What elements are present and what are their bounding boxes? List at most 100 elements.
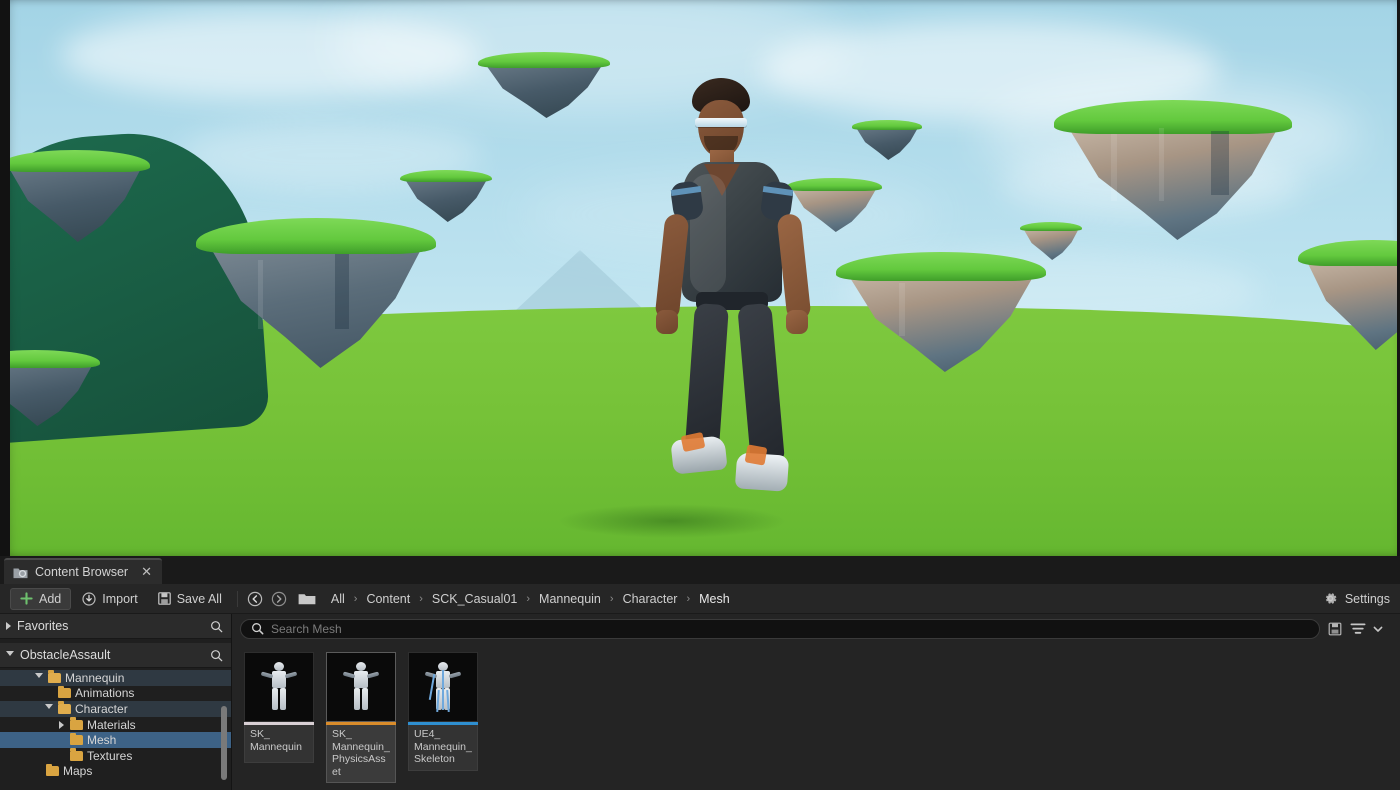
- toolbar-separator: [237, 591, 238, 607]
- search-field[interactable]: [271, 622, 1309, 636]
- asset-label: UE4_ Mannequin_ Skeleton: [408, 725, 478, 771]
- breadcrumb-item-mesh[interactable]: Mesh: [694, 590, 735, 608]
- character-leg-right: [737, 303, 785, 463]
- floating-island: [1020, 222, 1082, 260]
- asset-search-row: [232, 614, 1400, 640]
- tree-item-label: Mannequin: [65, 671, 124, 685]
- asset-tile-ue4-mannequin-skeleton[interactable]: UE4_ Mannequin_ Skeleton: [408, 652, 478, 783]
- breadcrumb-item-all[interactable]: All: [326, 590, 350, 608]
- tree-item-animations[interactable]: Animations: [0, 686, 231, 702]
- skeleton-preview: [423, 662, 463, 714]
- content-browser-body: Favorites ObstacleAssault: [0, 614, 1400, 790]
- chevron-right-icon[interactable]: [56, 721, 66, 729]
- settings-label: Settings: [1345, 592, 1390, 606]
- tree-item-mannequin[interactable]: Mannequin: [0, 670, 231, 686]
- import-label: Import: [102, 592, 137, 606]
- project-label: ObstacleAssault: [20, 648, 110, 662]
- settings-button[interactable]: Settings: [1323, 591, 1390, 606]
- tree-item-textures[interactable]: Textures: [0, 748, 231, 764]
- folder-icon[interactable]: [292, 592, 320, 606]
- favorites-header[interactable]: Favorites: [0, 614, 231, 639]
- folder-tree: Mannequin Animations Character: [0, 668, 231, 790]
- save-search-icon[interactable]: [1328, 622, 1342, 636]
- favorites-label: Favorites: [17, 619, 68, 633]
- save-icon: [158, 592, 171, 605]
- search-icon[interactable]: [210, 649, 223, 662]
- floating-island: [400, 170, 492, 222]
- folder-icon: [46, 766, 59, 776]
- tree-item-label: Maps: [63, 764, 92, 778]
- breadcrumb-item-character[interactable]: Character: [618, 590, 683, 608]
- add-button[interactable]: Add: [10, 588, 71, 610]
- project-header[interactable]: ObstacleAssault: [0, 643, 231, 668]
- plus-icon: [20, 592, 33, 605]
- sources-scrollbar[interactable]: [221, 706, 227, 780]
- shoe-laces-right: [745, 444, 768, 465]
- character-hand-left: [656, 310, 678, 334]
- folder-icon: [70, 735, 83, 745]
- content-browser-tabbar: Content Browser ✕: [0, 556, 1400, 584]
- chevron-down-icon[interactable]: [1372, 623, 1390, 635]
- tab-content-browser[interactable]: Content Browser ✕: [4, 558, 162, 584]
- tree-item-label: Materials: [87, 718, 136, 732]
- unreal-editor-window: Content Browser ✕ Add: [0, 0, 1400, 790]
- add-label: Add: [39, 592, 61, 606]
- level-viewport[interactable]: [0, 0, 1400, 556]
- search-icon: [251, 622, 264, 635]
- tree-item-mesh[interactable]: Mesh: [0, 732, 231, 748]
- search-input[interactable]: [240, 619, 1320, 639]
- content-browser-toolbar: Add Import: [0, 584, 1400, 614]
- gear-icon: [1323, 591, 1338, 606]
- content-browser-panel: Content Browser ✕ Add: [0, 556, 1400, 790]
- asset-label: SK_ Mannequin: [244, 725, 314, 763]
- character-hand-right: [786, 310, 808, 334]
- close-icon[interactable]: ✕: [141, 564, 152, 580]
- save-all-button[interactable]: Save All: [149, 588, 231, 610]
- floating-island: [852, 120, 922, 160]
- arrow-right-circle-icon[interactable]: [268, 591, 290, 607]
- folder-icon: [58, 688, 71, 698]
- tree-item-materials[interactable]: Materials: [0, 717, 231, 733]
- chevron-right-icon: ›: [608, 593, 616, 605]
- floating-island: [1054, 100, 1292, 240]
- chevron-down-icon[interactable]: [34, 673, 44, 682]
- character-glasses: [695, 118, 747, 127]
- asset-thumbnail[interactable]: [326, 652, 396, 722]
- folder-icon: [70, 751, 83, 761]
- tree-item-label: Animations: [75, 686, 134, 700]
- tree-item-label: Textures: [87, 749, 132, 763]
- skeletal-mesh-preview: [259, 662, 299, 714]
- asset-tile-sk-mannequin[interactable]: SK_ Mannequin: [244, 652, 314, 783]
- arrow-left-circle-icon[interactable]: [244, 591, 266, 607]
- chevron-down-icon: [6, 651, 14, 660]
- sources-panel: Favorites ObstacleAssault: [0, 614, 232, 790]
- asset-view: SK_ Mannequin: [232, 614, 1400, 790]
- asset-thumbnail[interactable]: [244, 652, 314, 722]
- content-browser-icon: [13, 566, 28, 579]
- breadcrumb-item-mannequin[interactable]: Mannequin: [534, 590, 606, 608]
- search-icon[interactable]: [210, 620, 223, 633]
- breadcrumb-item-sck-casual01[interactable]: SCK_Casual01: [427, 590, 522, 608]
- save-all-label: Save All: [177, 592, 222, 606]
- import-icon: [82, 592, 96, 606]
- viewport-left-border: [0, 0, 10, 556]
- floating-island: [478, 52, 610, 118]
- asset-grid: SK_ Mannequin: [232, 640, 1400, 783]
- breadcrumb: All › Content › SCK_Casual01 › Mannequin…: [326, 590, 735, 608]
- folder-icon: [70, 720, 83, 730]
- chevron-right-icon: ›: [352, 593, 360, 605]
- chevron-down-icon[interactable]: [44, 704, 54, 713]
- folder-icon: [58, 704, 71, 714]
- tree-item-label: Mesh: [87, 733, 116, 747]
- tree-item-character[interactable]: Character: [0, 701, 231, 717]
- breadcrumb-item-content[interactable]: Content: [361, 590, 415, 608]
- tree-item-maps[interactable]: Maps: [0, 764, 231, 780]
- filter-icon[interactable]: [1350, 622, 1366, 636]
- physics-asset-preview: [341, 662, 381, 714]
- asset-thumbnail[interactable]: [408, 652, 478, 722]
- character-leg-left: [685, 303, 729, 449]
- import-button[interactable]: Import: [73, 588, 146, 610]
- character-arm-right: [777, 213, 812, 321]
- asset-tile-sk-mannequin-physicsasset[interactable]: SK_ Mannequin_ PhysicsAsset: [326, 652, 396, 783]
- character-mesh[interactable]: [640, 78, 830, 548]
